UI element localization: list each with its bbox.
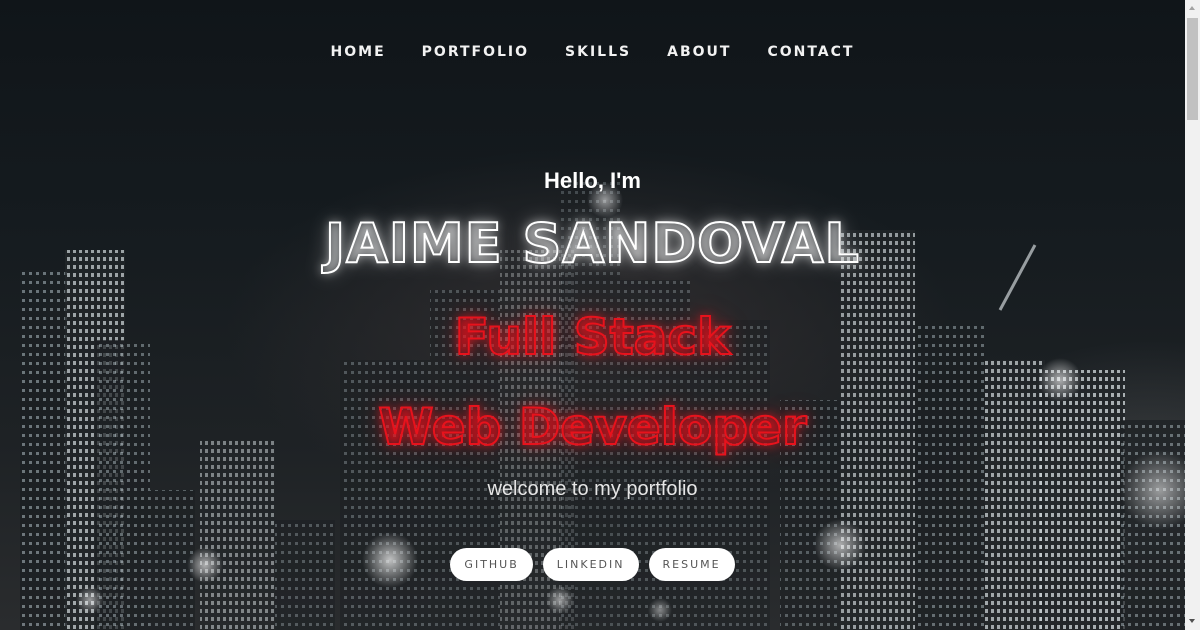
- nav-home[interactable]: HOME: [331, 44, 386, 60]
- github-button[interactable]: GITHUB: [450, 548, 533, 581]
- scrollbar-thumb[interactable]: [1187, 18, 1198, 120]
- nav-portfolio[interactable]: PORTFOLIO: [422, 44, 529, 60]
- hero-tagline: welcome to my portfolio: [487, 478, 698, 500]
- nav-skills[interactable]: SKILLS: [565, 44, 631, 60]
- nav-about[interactable]: ABOUT: [667, 44, 731, 60]
- hero-role-line1: Full Stack: [454, 307, 732, 367]
- hero-name: JAIME SANDOVAL: [324, 211, 860, 276]
- hero-section: HOME PORTFOLIO SKILLS ABOUT CONTACT Hell…: [0, 0, 1185, 630]
- main-nav: HOME PORTFOLIO SKILLS ABOUT CONTACT: [0, 44, 1185, 60]
- nav-contact[interactable]: CONTACT: [767, 44, 854, 60]
- greeting-text: Hello, I'm: [544, 168, 641, 193]
- vertical-scrollbar[interactable]: [1185, 0, 1200, 630]
- scroll-up-arrow-icon[interactable]: [1185, 0, 1200, 17]
- scroll-down-arrow-icon[interactable]: [1185, 613, 1200, 630]
- linkedin-button[interactable]: LINKEDIN: [542, 548, 639, 581]
- hero-role-line2: Web Developer: [377, 397, 807, 457]
- social-buttons: GITHUB LINKEDIN RESUME: [0, 548, 1185, 581]
- resume-button[interactable]: RESUME: [648, 548, 735, 581]
